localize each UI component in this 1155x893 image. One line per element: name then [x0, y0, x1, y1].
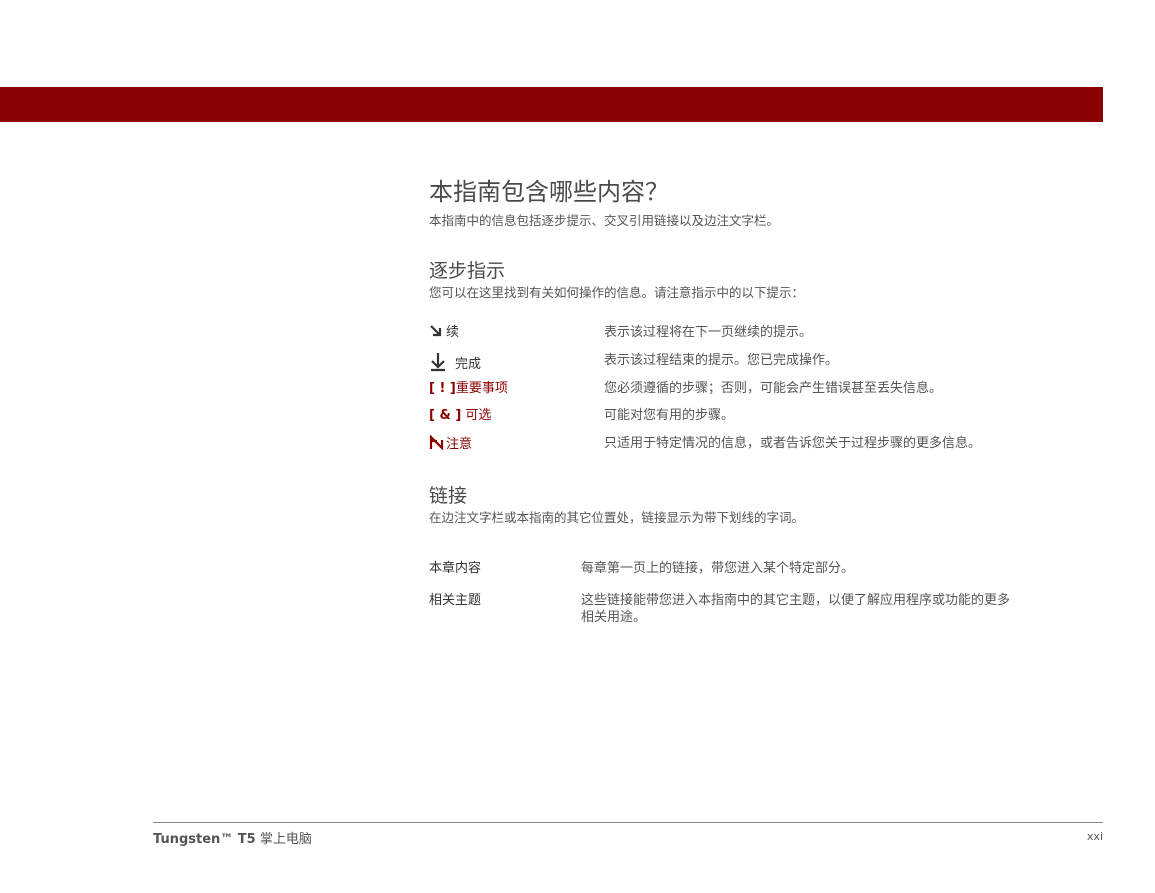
note-icon	[429, 435, 444, 450]
link-label: 本章内容	[429, 561, 482, 576]
header-banner	[0, 87, 1103, 122]
step-label: 注意	[429, 435, 472, 454]
link-item-chapter: 本章内容 每章第一页上的链接，带您进入某个特定部分。	[429, 560, 1089, 580]
step-item-optional: [ & ] 可选 可能对您有用的步骤。	[429, 407, 1089, 427]
step-item-note: 注意 只适用于特定情况的信息，或者告诉您关于过程步骤的更多信息。	[429, 435, 1089, 455]
link-desc-cont: 相关用途。	[581, 610, 647, 625]
step-item-continue: 续 表示该过程将在下一页继续的提示。	[429, 324, 1089, 344]
page-intro: 本指南中的信息包括逐步提示、交叉引用链接以及边注文字栏。	[429, 213, 780, 228]
steps-heading: 逐步指示	[429, 260, 506, 282]
step-item-done: 完成 表示该过程结束的提示。您已完成操作。	[429, 352, 1089, 372]
link-desc: 每章第一页上的链接，带您进入某个特定部分。	[581, 561, 855, 576]
page-number: xxi	[1086, 830, 1103, 843]
footer-product: 掌上电脑	[255, 832, 312, 847]
arrow-continue-icon	[430, 325, 442, 337]
step-desc: 您必须遵循的步骤；否则，可能会产生错误甚至丢失信息。	[604, 381, 943, 396]
link-item-related: 相关主题 这些链接能带您进入本指南中的其它主题，以便了解应用程序或功能的更多 相…	[429, 592, 1089, 632]
arrow-done-icon	[431, 353, 445, 372]
optional-icon: [ & ]	[429, 408, 462, 423]
footer-divider	[153, 822, 1103, 823]
step-label: 续	[429, 324, 459, 342]
footer-title: Tungsten™ T5 掌上电脑	[153, 828, 312, 847]
steps-section: 逐步指示 您可以在这里找到有关如何操作的信息。请注意指示中的以下提示：	[429, 258, 804, 302]
step-label: [ & ] 可选	[429, 408, 492, 423]
links-section: 链接 在边注文字栏或本指南的其它位置处，链接显示为带下划线的字词。	[429, 483, 804, 527]
link-label: 相关主题	[429, 593, 482, 608]
steps-intro: 您可以在这里找到有关如何操作的信息。请注意指示中的以下提示：	[429, 285, 805, 300]
step-desc: 表示该过程将在下一页继续的提示。	[604, 325, 813, 340]
step-label: [ ! ]重要事项	[429, 381, 508, 396]
step-label: 完成	[429, 352, 481, 374]
page-header: 本指南包含哪些内容？ 本指南中的信息包括逐步提示、交叉引用链接以及边注文字栏。	[429, 176, 779, 230]
important-icon: [ ! ]	[429, 381, 456, 396]
step-desc: 可能对您有用的步骤。	[604, 408, 735, 423]
page-title: 本指南包含哪些内容？	[429, 178, 669, 206]
links-heading: 链接	[429, 485, 468, 507]
step-item-important: [ ! ]重要事项 您必须遵循的步骤；否则，可能会产生错误甚至丢失信息。	[429, 380, 1089, 400]
step-desc: 只适用于特定情况的信息，或者告诉您关于过程步骤的更多信息。	[604, 436, 982, 451]
step-desc: 表示该过程结束的提示。您已完成操作。	[604, 353, 839, 368]
links-intro: 在边注文字栏或本指南的其它位置处，链接显示为带下划线的字词。	[429, 510, 805, 525]
link-desc: 这些链接能带您进入本指南中的其它主题，以便了解应用程序或功能的更多	[581, 593, 1011, 608]
footer-brand: Tungsten™ T5	[153, 832, 256, 847]
